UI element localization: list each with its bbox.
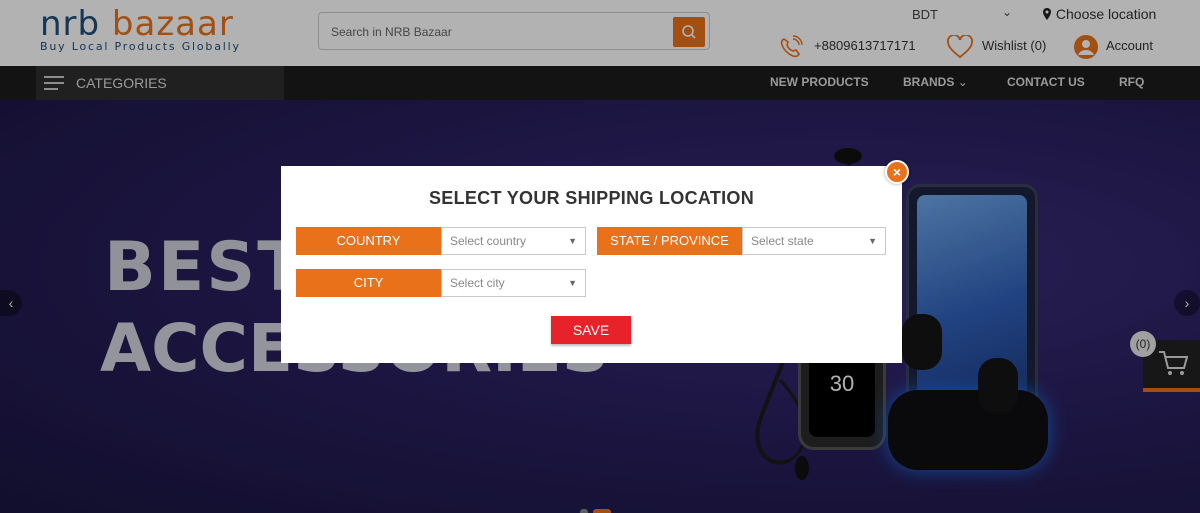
dropdown-arrow-icon: ▼ [568, 278, 577, 288]
modal-title: SELECT YOUR SHIPPING LOCATION [428, 188, 755, 208]
shipping-location-modal: SELECT YOUR SHIPPING LOCATION COUNTRY Se… [281, 166, 902, 363]
state-select-placeholder: Select state [751, 234, 814, 248]
dropdown-arrow-icon: ▼ [568, 236, 577, 246]
state-select[interactable]: Select state ▼ [742, 227, 886, 255]
country-select[interactable]: Select country ▼ [441, 227, 586, 255]
dropdown-arrow-icon: ▼ [868, 236, 877, 246]
city-select[interactable]: Select city ▼ [441, 269, 586, 297]
close-icon[interactable]: × [885, 160, 909, 184]
city-select-placeholder: Select city [450, 276, 505, 290]
save-button[interactable]: SAVE [551, 316, 631, 344]
city-label: CITY [296, 269, 441, 297]
state-label: STATE / PROVINCE [597, 227, 742, 255]
country-label: COUNTRY [296, 227, 441, 255]
country-select-placeholder: Select country [450, 234, 527, 248]
